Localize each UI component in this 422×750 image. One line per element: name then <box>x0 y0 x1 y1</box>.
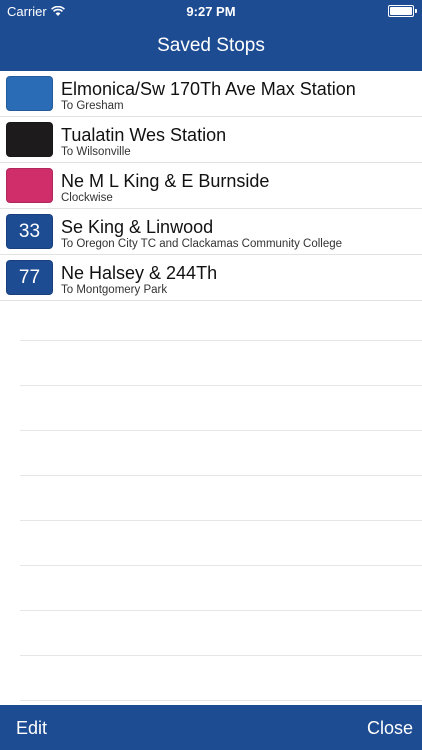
row-separator <box>20 655 422 656</box>
status-time: 9:27 PM <box>186 4 236 19</box>
stop-direction: Clockwise <box>61 192 113 204</box>
battery-icon <box>388 5 417 17</box>
saved-stops-list: Elmonica/Sw 170Th Ave Max Station To Gre… <box>0 71 422 301</box>
navigation-bar: Carrier 9:27 PM Saved Stops <box>0 0 422 71</box>
stop-direction: To Wilsonville <box>61 146 131 158</box>
stop-name: Tualatin Wes Station <box>61 125 227 145</box>
row-separator <box>20 700 422 701</box>
row-separator <box>20 520 422 521</box>
stop-row[interactable]: Tualatin Wes Station To Wilsonville <box>0 117 422 163</box>
stop-name: Ne Halsey & 244Th <box>61 263 218 283</box>
row-separator <box>20 610 422 611</box>
stop-name: Se King & Linwood <box>61 217 214 237</box>
stop-row[interactable]: Elmonica/Sw 170Th Ave Max Station To Gre… <box>0 71 422 117</box>
stop-direction: To Oregon City TC and Clackamas Communit… <box>61 238 343 250</box>
row-separator <box>20 475 422 476</box>
row-separator <box>20 385 422 386</box>
stop-direction: To Montgomery Park <box>61 284 168 296</box>
stop-name: Ne M L King & E Burnside <box>61 171 270 191</box>
row-separator <box>20 340 422 341</box>
route-badge <box>6 122 53 157</box>
stop-row[interactable]: Ne M L King & E Burnside Clockwise <box>0 163 422 209</box>
edit-button[interactable]: Edit <box>16 718 47 739</box>
route-badge: 33 <box>6 214 53 249</box>
status-bar: Carrier 9:27 PM <box>0 0 422 22</box>
route-badge: 77 <box>6 260 53 295</box>
route-badge <box>6 76 53 111</box>
stop-row[interactable]: 33 Se King & Linwood To Oregon City TC a… <box>0 209 422 255</box>
page-title: Saved Stops <box>157 35 265 56</box>
close-button[interactable]: Close <box>367 718 413 739</box>
route-badge <box>6 168 53 203</box>
stop-name: Elmonica/Sw 170Th Ave Max Station <box>61 79 356 99</box>
stop-row[interactable]: 77 Ne Halsey & 244Th To Montgomery Park <box>0 255 422 301</box>
bottom-toolbar: Edit Close <box>0 705 422 750</box>
row-separator <box>20 430 422 431</box>
row-separator <box>20 565 422 566</box>
stop-direction: To Gresham <box>61 100 124 112</box>
